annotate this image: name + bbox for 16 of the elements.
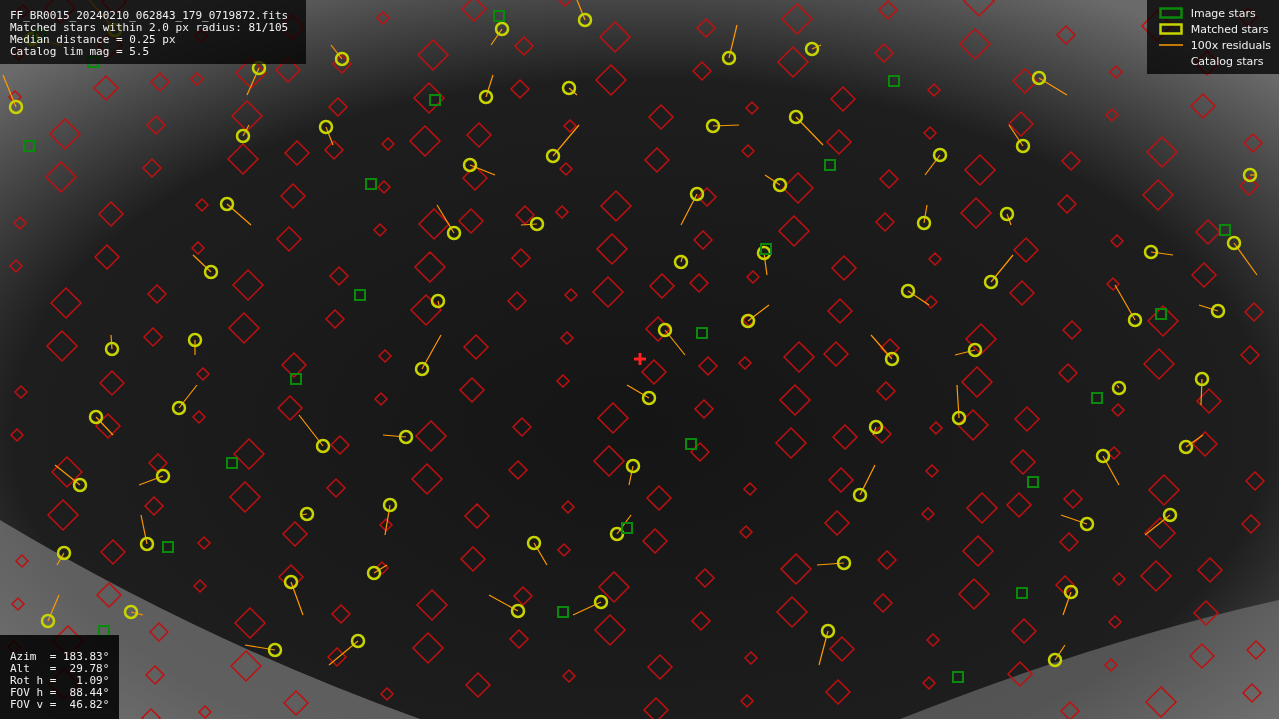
pointing-line: Rot h = 1.09° — [10, 675, 110, 687]
pointing-line: FOV h = 88.44° — [10, 687, 110, 699]
legend-label: Image stars — [1190, 6, 1256, 20]
line-swatch-icon — [1158, 43, 1183, 47]
legend-label: 100x residuals — [1190, 38, 1271, 52]
info-line: FF_BR0015_20240210_062843_179_0719872.fits — [10, 10, 289, 22]
pointing-line: Alt = 29.78° — [10, 663, 110, 675]
info-line: Matched stars within 2.0 px radius: 81/105 — [10, 22, 289, 34]
legend-label: Matched stars — [1190, 22, 1269, 36]
info-line: Catalog lim mag = 5.5 — [10, 46, 151, 58]
info-line: Median distance = 0.25 px — [10, 34, 177, 46]
pointing-line: Azim = 183.83° — [10, 651, 110, 663]
matched-star-swatch-icon — [1158, 23, 1183, 35]
pointing-line: FOV v = 46.82° — [10, 699, 110, 711]
legend-label: Catalog stars — [1190, 54, 1264, 68]
image-star-swatch-icon — [1158, 7, 1183, 19]
